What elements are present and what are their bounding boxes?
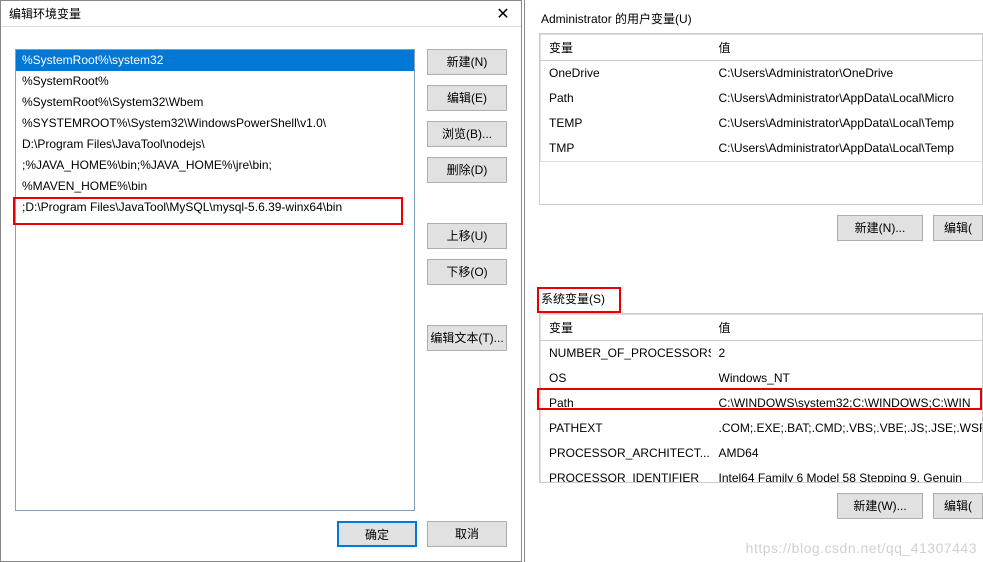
table-row[interactable]: NUMBER_OF_PROCESSORS2 [541, 341, 983, 367]
edit-text-button[interactable]: 编辑文本(T)... [427, 325, 507, 351]
new-sys-var-button[interactable]: 新建(W)... [837, 493, 923, 519]
edit-user-var-button[interactable]: 编辑( [933, 215, 983, 241]
list-item[interactable]: %SYSTEMROOT%\System32\WindowsPowerShell\… [16, 113, 414, 134]
system-vars-label: 系统变量(S) [525, 280, 983, 313]
new-user-var-button[interactable]: 新建(N)... [837, 215, 923, 241]
edit-env-var-dialog: 编辑环境变量 ✕ %SystemRoot%\system32 %SystemRo… [0, 0, 522, 562]
table-row[interactable]: PATHEXT.COM;.EXE;.BAT;.CMD;.VBS;.VBE;.JS… [541, 416, 983, 441]
list-item[interactable]: %SystemRoot%\system32 [16, 50, 414, 71]
delete-button[interactable]: 删除(D) [427, 157, 507, 183]
edit-button[interactable]: 编辑(E) [427, 85, 507, 111]
dialog-content: %SystemRoot%\system32 %SystemRoot% %Syst… [1, 27, 521, 561]
list-item[interactable]: D:\Program Files\JavaTool\nodejs\ [16, 134, 414, 155]
new-button[interactable]: 新建(N) [427, 49, 507, 75]
dialog-button-column: 新建(N) 编辑(E) 浏览(B)... 删除(D) 上移(U) 下移(O) 编… [427, 49, 507, 351]
table-row[interactable]: OSWindows_NT [541, 366, 983, 391]
list-item[interactable]: %SystemRoot% [16, 71, 414, 92]
close-icon[interactable]: ✕ [493, 4, 513, 24]
list-item[interactable]: %MAVEN_HOME%\bin [16, 176, 414, 197]
user-vars-table[interactable]: 变量 值 OneDriveC:\Users\Administrator\OneD… [540, 34, 983, 162]
column-header-var[interactable]: 变量 [541, 315, 711, 341]
table-row[interactable]: PathC:\WINDOWS\system32;C:\WINDOWS;C:\WI… [541, 391, 983, 416]
column-header-val[interactable]: 值 [711, 315, 983, 341]
user-vars-section: Administrator 的用户变量(U) 变量 值 OneDriveC:\U… [525, 0, 983, 280]
move-up-button[interactable]: 上移(U) [427, 223, 507, 249]
table-row[interactable]: PROCESSOR_IDENTIFIERIntel64 Family 6 Mod… [541, 466, 983, 483]
path-listbox[interactable]: %SystemRoot%\system32 %SystemRoot% %Syst… [15, 49, 415, 511]
ok-button[interactable]: 确定 [337, 521, 417, 547]
list-item[interactable]: %SystemRoot%\System32\Wbem [16, 92, 414, 113]
list-item[interactable]: ;D:\Program Files\JavaTool\MySQL\mysql-5… [16, 197, 414, 218]
table-row[interactable]: TEMPC:\Users\Administrator\AppData\Local… [541, 111, 983, 136]
cancel-button[interactable]: 取消 [427, 521, 507, 547]
table-row[interactable]: PathC:\Users\Administrator\AppData\Local… [541, 86, 983, 111]
table-row[interactable]: PROCESSOR_ARCHITECT...AMD64 [541, 441, 983, 466]
env-vars-panel: Administrator 的用户变量(U) 变量 值 OneDriveC:\U… [524, 0, 983, 562]
column-header-val[interactable]: 值 [711, 35, 983, 61]
column-header-var[interactable]: 变量 [541, 35, 711, 61]
table-row[interactable]: OneDriveC:\Users\Administrator\OneDrive [541, 61, 983, 87]
edit-sys-var-button[interactable]: 编辑( [933, 493, 983, 519]
user-vars-buttons: 新建(N)... 编辑( [539, 205, 983, 241]
browse-button[interactable]: 浏览(B)... [427, 121, 507, 147]
table-row[interactable]: TMPC:\Users\Administrator\AppData\Local\… [541, 136, 983, 162]
dialog-bottom-buttons: 确定 取消 [337, 521, 507, 547]
list-item[interactable]: ;%JAVA_HOME%\bin;%JAVA_HOME%\jre\bin; [16, 155, 414, 176]
system-vars-table[interactable]: 变量 值 NUMBER_OF_PROCESSORS2 OSWindows_NT … [540, 314, 983, 483]
user-vars-label: Administrator 的用户变量(U) [525, 0, 983, 33]
dialog-titlebar: 编辑环境变量 ✕ [1, 1, 521, 27]
system-vars-section: 系统变量(S) 变量 值 NUMBER_OF_PROCESSORS2 OSWin… [525, 280, 983, 519]
dialog-title: 编辑环境变量 [9, 5, 81, 22]
system-vars-buttons: 新建(W)... 编辑( [539, 483, 983, 519]
move-down-button[interactable]: 下移(O) [427, 259, 507, 285]
